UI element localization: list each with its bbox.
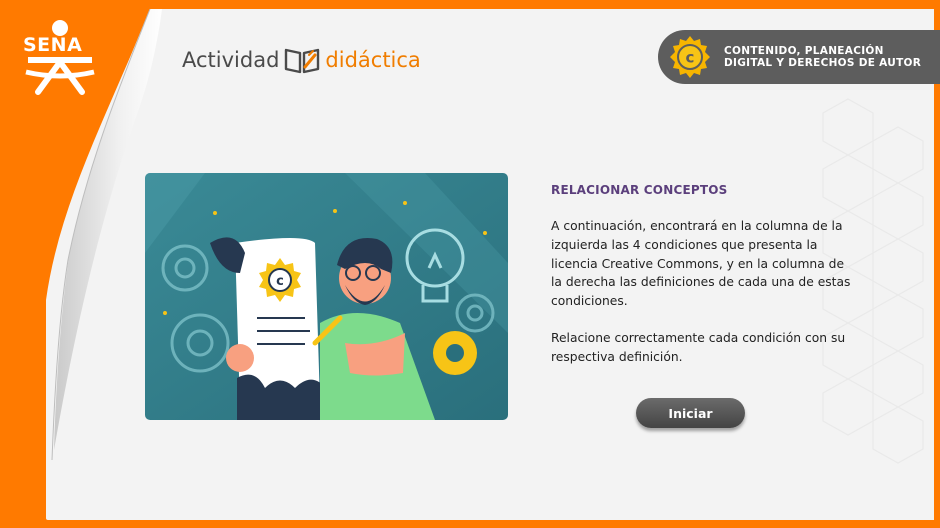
copyright-document-illustration: c: [145, 173, 508, 420]
sena-logo-text: SENA: [23, 34, 83, 56]
section-heading: RELACIONAR CONCEPTOS: [551, 183, 728, 197]
instructions-paragraph-1: A continuación, encontrará en la columna…: [551, 219, 851, 309]
svg-text:c: c: [276, 274, 284, 289]
sena-logo: [25, 20, 95, 95]
open-book-pencil-icon: [285, 48, 320, 74]
copyright-seal-icon: c: [670, 36, 710, 78]
instructions-panel: RELACIONAR CONCEPTOS A continuación, enc…: [551, 183, 851, 385]
activity-title-part1: Actividad: [182, 48, 280, 72]
start-button[interactable]: Iniciar: [636, 398, 745, 428]
instructions-paragraph-2: Relacione correctamente cada condición c…: [551, 330, 846, 364]
activity-title: Actividad didáctica: [182, 40, 421, 80]
activity-title-part2: didáctica: [325, 48, 421, 72]
topic-badge: c CONTENIDO, PLANEACIÓN DIGITAL Y DERECH…: [658, 30, 940, 84]
svg-text:c: c: [686, 49, 695, 67]
topic-label: CONTENIDO, PLANEACIÓN DIGITAL Y DERECHOS…: [724, 44, 922, 70]
